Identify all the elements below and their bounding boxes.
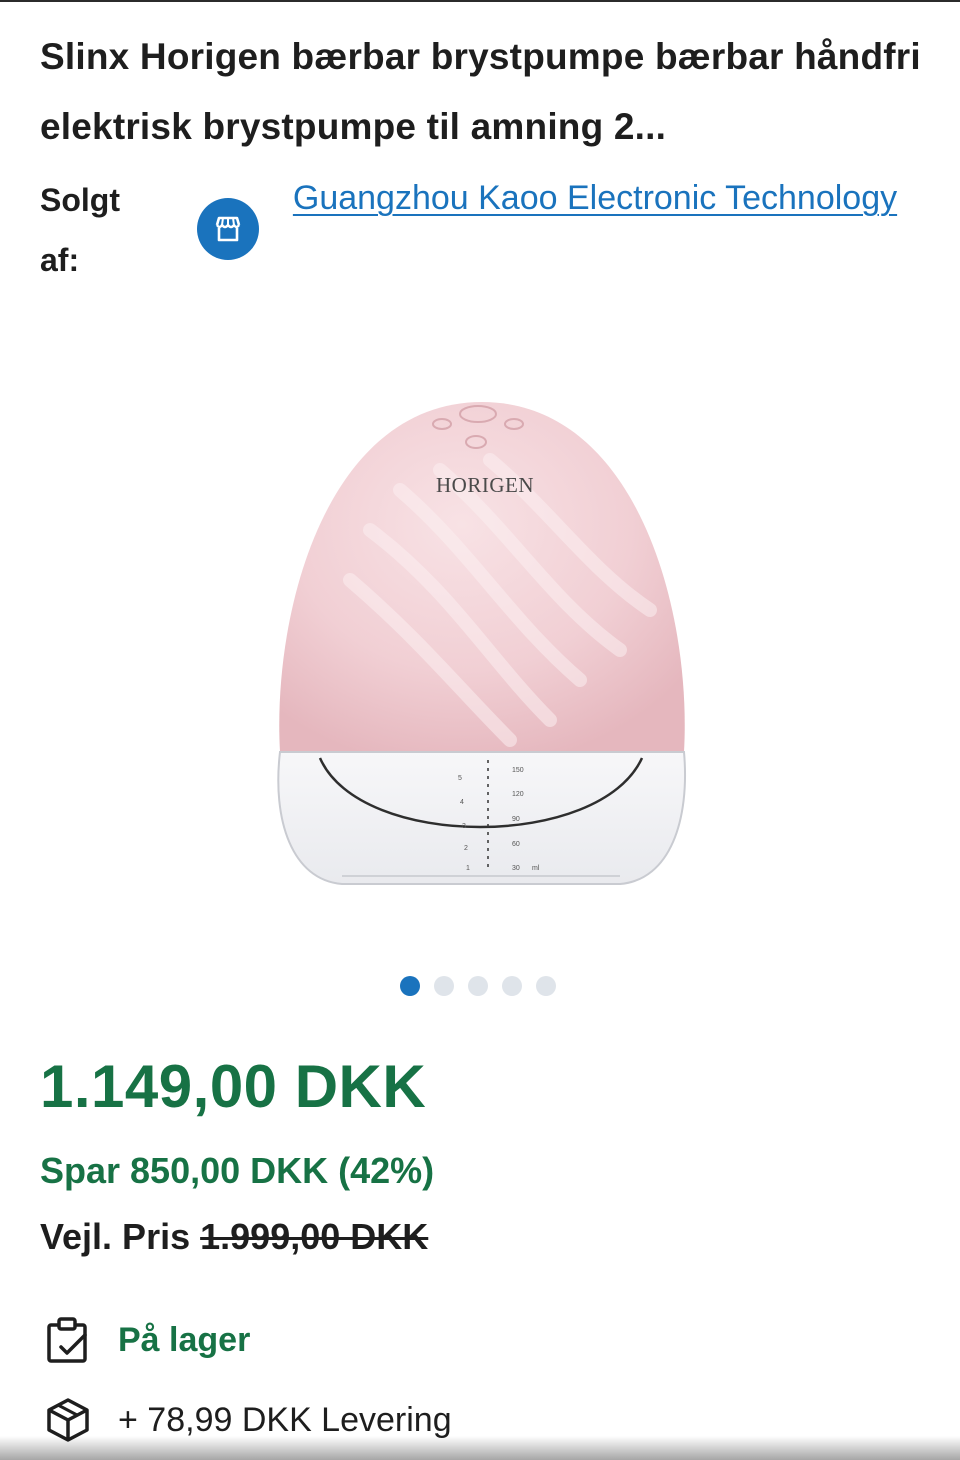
brand-logo-text: HORIGEN [436,473,534,497]
svg-text:3: 3 [462,823,466,830]
seller-link[interactable]: Guangzhou Kaoo Electronic Technology [290,168,900,228]
svg-text:5: 5 [458,775,462,782]
stock-text: På lager [118,1320,251,1359]
product-title: Slinx Horigen bærbar brystpumpe bærbar h… [40,36,921,147]
clipboard-check-icon [47,1317,87,1363]
svg-text:ml: ml [532,865,540,872]
seller-label: Solgt af: [40,182,120,278]
rrp-value: 1.999,00 DKK [200,1216,429,1257]
svg-text:90: 90 [512,816,520,823]
savings-text: Spar 850,00 DKK (42%) [40,1150,435,1191]
top-border [0,0,960,2]
svg-text:150: 150 [512,767,524,774]
stock-status: På lager [44,1310,250,1370]
carousel-dot-1[interactable] [400,976,420,996]
svg-text:60: 60 [512,841,520,848]
recommended-price: Vejl. Pris 1.999,00 DKK [40,1214,428,1260]
carousel-dot-5[interactable] [536,976,556,996]
svg-text:1: 1 [466,865,470,872]
store-icon[interactable] [197,198,259,260]
carousel-dot-4[interactable] [502,976,522,996]
svg-text:2: 2 [464,845,468,852]
svg-text:120: 120 [512,791,524,798]
carousel-dot-2[interactable] [434,976,454,996]
product-image[interactable]: HORIGEN 150 120 90 60 30 ml 5 4 3 2 1 [250,380,710,910]
svg-text:4: 4 [460,799,464,806]
image-carousel-dots [400,976,556,996]
store-icon-glyph [215,216,241,242]
delivery-text: + 78,99 DKK Levering [118,1400,452,1439]
carousel-dot-3[interactable] [468,976,488,996]
current-price: 1.149,00 DKK [40,1053,427,1120]
rrp-label: Vejl. Pris [40,1216,191,1257]
bottom-shadow [0,1436,960,1460]
svg-text:30: 30 [512,865,520,872]
